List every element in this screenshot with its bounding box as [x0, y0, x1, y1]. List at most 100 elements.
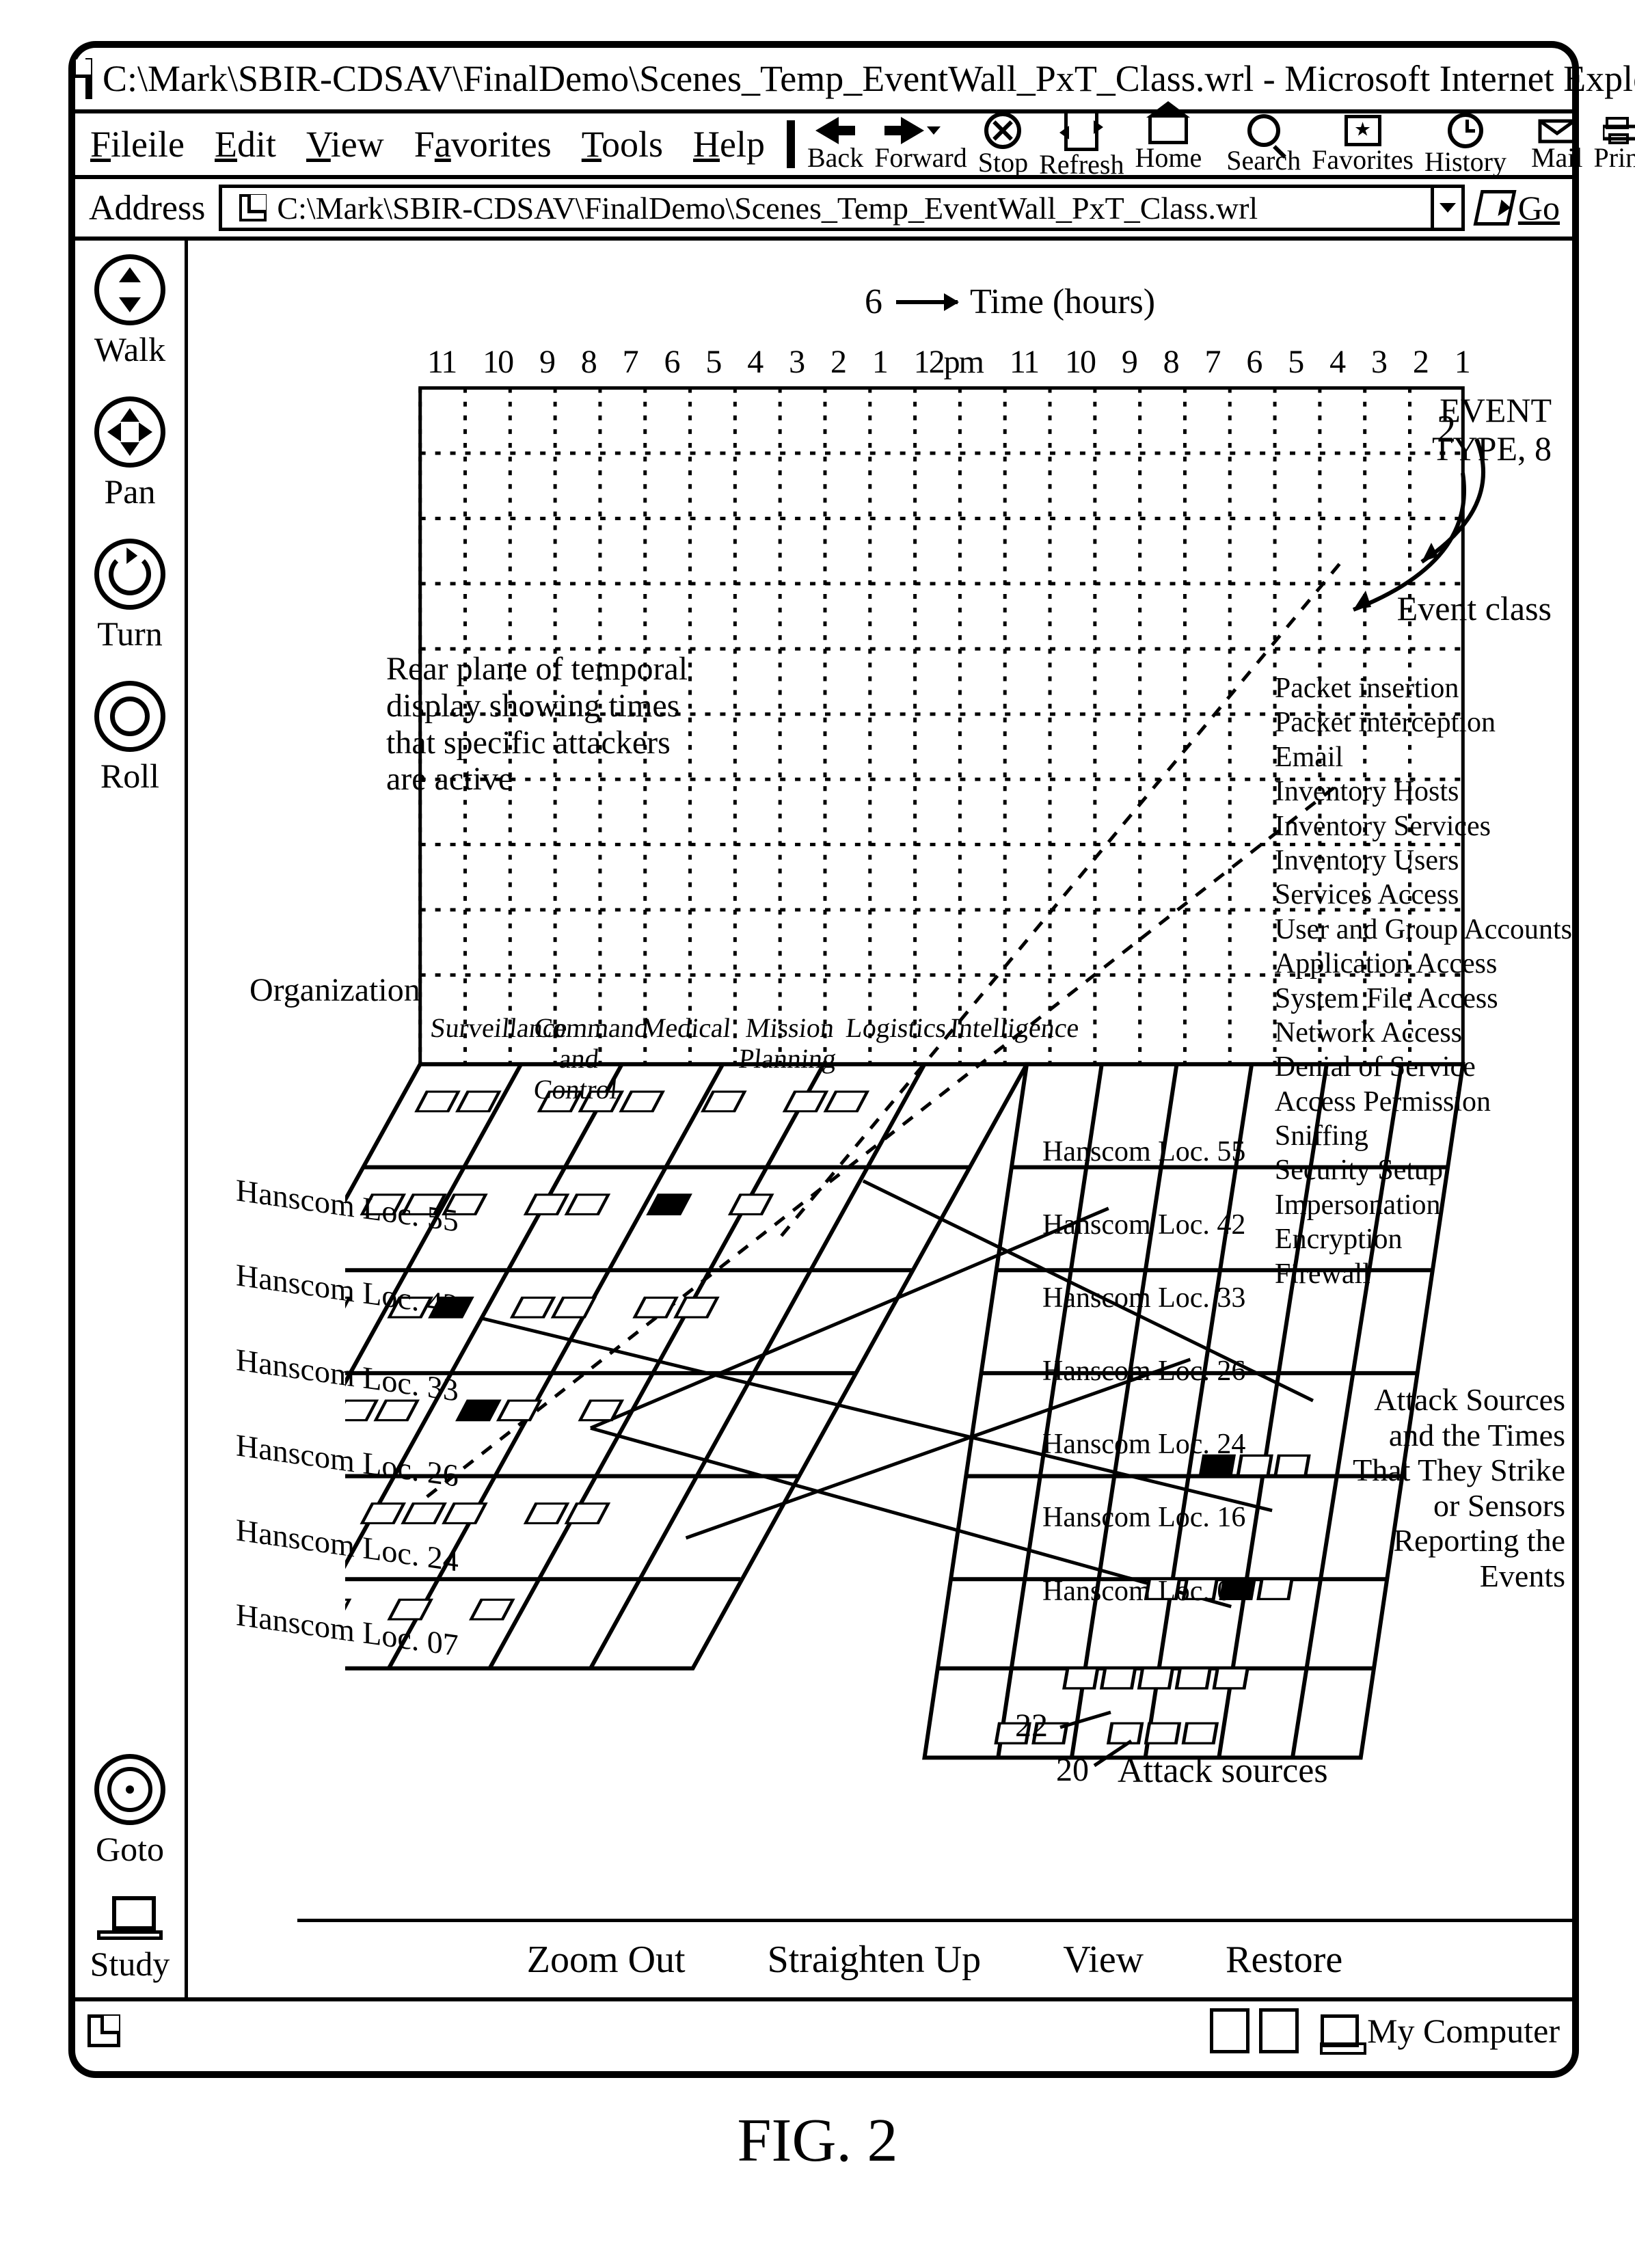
event-class-item: Packet interception: [1275, 705, 1572, 740]
history-icon: [1448, 113, 1483, 148]
favorites-icon: [1345, 115, 1381, 146]
forward-dropdown-icon[interactable]: [927, 126, 941, 135]
address-go-button[interactable]: Go: [1477, 188, 1560, 228]
attack-note: Attack Sources and the Times That They S…: [1340, 1382, 1565, 1593]
nav-walk-label: Walk: [94, 329, 165, 369]
address-input[interactable]: C:\Mark\SBIR-CDSAV\FinalDemo\Scenes_Temp…: [219, 185, 1433, 231]
menu-view[interactable]: View: [306, 123, 384, 165]
toolbar-home-label: Home: [1135, 144, 1202, 172]
right-location: Hanscom Loc. 42: [1042, 1189, 1245, 1262]
toolbar-favorites-label: Favorites: [1312, 146, 1414, 174]
right-location: Hanscom Loc. 16: [1042, 1481, 1245, 1554]
toolbar-home-button[interactable]: Home: [1135, 118, 1202, 172]
organization-label: Command and Control: [526, 1013, 632, 1105]
organization-label: Medical: [630, 1013, 735, 1105]
nav-walk-button[interactable]: Walk: [94, 254, 165, 369]
back-arrow-icon: [815, 117, 839, 144]
go-icon: [1473, 190, 1516, 226]
menu-help[interactable]: Help: [693, 123, 765, 165]
right-location: Hanscom Loc. 33: [1042, 1262, 1245, 1335]
figure-label: FIG. 2: [737, 2105, 897, 2176]
event-class-item: Impersonation: [1275, 1188, 1572, 1222]
event-class-item: Packet insertion: [1275, 671, 1572, 705]
right-location: Hanscom Loc. 55: [1042, 1116, 1245, 1189]
event-class-item: Encryption: [1275, 1222, 1572, 1256]
vrml-scene[interactable]: 6 Time (hours) 111098765432112pm11109876…: [345, 288, 1531, 1861]
view-button[interactable]: View: [1063, 1938, 1144, 1982]
nav-goto-label: Goto: [96, 1829, 164, 1869]
event-class-item: Email: [1275, 740, 1572, 774]
organization-axis-label: Organization: [249, 972, 420, 1009]
right-location: Hanscom Loc. 26: [1042, 1335, 1245, 1408]
stop-icon: [984, 112, 1021, 149]
event-class-item: User and Group Accounts: [1275, 913, 1572, 947]
menu-file[interactable]: Fileile: [90, 123, 185, 165]
event-class-item: Services Access: [1275, 878, 1572, 912]
straighten-up-button[interactable]: Straighten Up: [768, 1938, 982, 1982]
menu-favorites[interactable]: Favorites: [414, 123, 552, 165]
toolbar-forward-button[interactable]: Forward: [874, 117, 967, 172]
toolbar-print-button[interactable]: Print: [1594, 117, 1635, 172]
toolbar-search-button[interactable]: Search: [1226, 114, 1301, 174]
address-value: C:\Mark\SBIR-CDSAV\FinalDemo\Scenes_Temp…: [277, 190, 1258, 226]
address-label: Address: [89, 188, 205, 228]
organization-label: Surveillance: [422, 1013, 528, 1105]
roll-icon: [94, 681, 165, 752]
turn-icon: [94, 539, 165, 610]
nav-turn-label: Turn: [97, 614, 162, 653]
event-class-item: Inventory Services: [1275, 809, 1572, 843]
print-icon: [1603, 117, 1635, 144]
status-cell: [1259, 2008, 1299, 2053]
toolbar-history-button[interactable]: History: [1424, 113, 1506, 176]
toolbar-refresh-button[interactable]: Refresh: [1039, 110, 1124, 178]
menu-tools[interactable]: Tools: [582, 123, 663, 165]
window-title: C:\Mark\SBIR-CDSAV\FinalDemo\Scenes_Temp…: [103, 57, 1635, 100]
toolbar-forward-label: Forward: [874, 144, 967, 172]
status-zone-my-computer: My Computer: [1308, 2009, 1572, 2053]
status-cell: [1210, 2008, 1249, 2053]
my-computer-icon: [1321, 2014, 1359, 2047]
nav-goto-button[interactable]: Goto: [94, 1754, 165, 1869]
status-zone-label: My Computer: [1367, 2011, 1560, 2051]
window-doc-icon: [85, 58, 92, 99]
right-location: Hanscom Loc. 24: [1042, 1408, 1245, 1481]
organization-label: Intelligence: [942, 1013, 1047, 1105]
toolbar-mail-button[interactable]: Mail: [1531, 117, 1583, 172]
organization-label: Logistics: [838, 1013, 943, 1105]
toolbar-search-label: Search: [1226, 147, 1301, 174]
nav-pan-label: Pan: [105, 472, 156, 511]
forward-arrow-icon: [901, 117, 924, 144]
event-class-item: Firewall: [1275, 1257, 1572, 1291]
nav-study-button[interactable]: Study: [90, 1896, 170, 1984]
toolbar-back-button[interactable]: Back: [807, 117, 863, 172]
event-class-list: Packet insertionPacket interceptionEmail…: [1275, 671, 1572, 1291]
search-icon: [1247, 114, 1280, 147]
status-doc-icon: [87, 2014, 120, 2047]
address-dropdown-button[interactable]: [1434, 185, 1465, 231]
front-location-labels: Hanscom Loc. 55Hanscom Loc. 42Hanscom Lo…: [236, 1148, 459, 1688]
goto-icon: [94, 1754, 165, 1825]
event-class-item: Network Access: [1275, 1016, 1572, 1050]
nav-study-label: Study: [90, 1944, 170, 1984]
event-class-item: Access Permission: [1275, 1085, 1572, 1119]
event-class-item: Denial of Service: [1275, 1050, 1572, 1084]
right-location: Hanscom Loc. 07: [1042, 1555, 1245, 1628]
toolbar-print-label: Print: [1594, 144, 1635, 172]
menu-edit[interactable]: Edit: [215, 123, 276, 165]
event-class-item: Inventory Hosts: [1275, 774, 1572, 809]
toolbar-favorites-button[interactable]: Favorites: [1312, 115, 1414, 174]
nav-turn-button[interactable]: Turn: [94, 539, 165, 653]
nav-pan-button[interactable]: Pan: [94, 396, 165, 511]
event-class-item: Application Access: [1275, 947, 1572, 981]
toolbar-stop-label: Stop: [978, 149, 1028, 176]
attack-sources-label: Attack sources: [1118, 1751, 1328, 1791]
event-class-item: Security Setup: [1275, 1153, 1572, 1187]
toolbar-history-label: History: [1424, 148, 1506, 176]
zoom-out-button[interactable]: Zoom Out: [527, 1938, 686, 1982]
toolbar-back-label: Back: [807, 144, 863, 172]
toolbar-refresh-label: Refresh: [1039, 151, 1124, 178]
toolbar-mail-label: Mail: [1531, 144, 1583, 172]
restore-button[interactable]: Restore: [1226, 1938, 1342, 1982]
nav-roll-button[interactable]: Roll: [94, 681, 165, 796]
toolbar-stop-button[interactable]: Stop: [978, 112, 1028, 176]
